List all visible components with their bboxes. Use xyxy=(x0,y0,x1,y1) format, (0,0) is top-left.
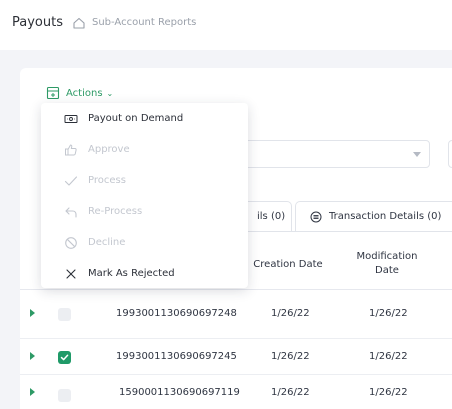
filter-select[interactable] xyxy=(242,140,430,168)
row-checkbox[interactable] xyxy=(58,308,71,321)
tab-transaction-details[interactable]: Transaction Details (0) xyxy=(295,201,452,231)
menu-item-mark-as-rejected[interactable]: Mark As Rejected xyxy=(41,258,248,289)
secondary-filter-select[interactable] xyxy=(448,140,452,168)
column-header-modification-date[interactable]: Modification Date xyxy=(347,250,427,278)
home-icon[interactable] xyxy=(72,16,86,30)
checkmark-icon xyxy=(60,354,69,361)
menu-item-label: Approve xyxy=(88,144,130,155)
menu-item-decline[interactable]: Decline xyxy=(41,227,248,258)
menu-item-label: Payout on Demand xyxy=(88,113,184,124)
dropdown-caret-icon xyxy=(413,152,421,157)
row-modification-date: 1/26/22 xyxy=(369,387,408,398)
page-title: Payouts xyxy=(12,15,63,30)
column-header-creation-date[interactable]: Creation Date xyxy=(248,258,328,272)
row-checkbox-checked[interactable] xyxy=(58,351,71,364)
row-creation-date: 1/26/22 xyxy=(271,351,310,362)
thumbs-up-icon xyxy=(65,144,77,155)
menu-item-label: Re-Process xyxy=(88,206,143,217)
actions-button[interactable]: Actions ⌄ xyxy=(46,84,113,102)
x-icon xyxy=(66,268,76,279)
expand-row-icon[interactable] xyxy=(30,352,35,360)
row-creation-date: 1/26/22 xyxy=(271,308,310,319)
menu-item-label: Mark As Rejected xyxy=(88,268,175,279)
breadcrumb-sub-account-reports[interactable]: Sub-Account Reports xyxy=(92,17,196,28)
cash-icon xyxy=(64,114,78,123)
block-icon xyxy=(65,236,77,249)
expand-row-icon[interactable] xyxy=(30,309,35,317)
tab-details-label: ils (0) xyxy=(257,211,286,222)
top-bar: Payouts Sub-Account Reports xyxy=(0,0,452,50)
menu-item-payout-on-demand[interactable]: Payout on Demand xyxy=(41,103,248,134)
menu-item-re-process[interactable]: Re-Process xyxy=(41,196,248,227)
menu-item-approve[interactable]: Approve xyxy=(41,134,248,165)
undo-arrow-icon xyxy=(65,206,77,218)
tab-transaction-details-label: Transaction Details (0) xyxy=(329,211,442,222)
list-circle-icon xyxy=(310,211,322,222)
row-modification-date: 1/26/22 xyxy=(369,351,408,362)
actions-grid-icon xyxy=(46,86,60,100)
actions-menu: Payout on Demand Approve Process Re-Proc… xyxy=(41,103,248,288)
checkmark-icon xyxy=(64,175,78,186)
row-id: 1590001130690697119 xyxy=(119,387,240,398)
tabs-divider xyxy=(236,231,452,232)
actions-label: Actions xyxy=(66,87,103,99)
expand-row-icon[interactable] xyxy=(30,388,35,396)
chevron-down-icon: ⌄ xyxy=(106,88,114,98)
menu-item-label: Process xyxy=(88,175,126,186)
row-modification-date: 1/26/22 xyxy=(369,308,408,319)
row-id: 1993001130690697245 xyxy=(116,351,237,362)
row-id: 1993001130690697248 xyxy=(116,308,237,319)
row-checkbox[interactable] xyxy=(58,389,71,402)
menu-item-process[interactable]: Process xyxy=(41,165,248,196)
row-creation-date: 1/26/22 xyxy=(271,387,310,398)
menu-item-label: Decline xyxy=(88,237,126,248)
